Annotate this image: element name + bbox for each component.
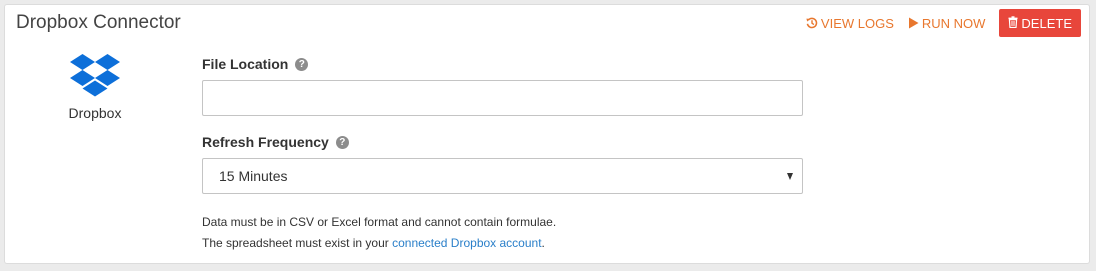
help-text-line-2-prefix: The spreadsheet must exist in your: [202, 236, 393, 250]
file-location-label: File Location: [202, 56, 289, 72]
delete-button[interactable]: DELETE: [999, 9, 1081, 37]
connected-dropbox-account-link[interactable]: connected Dropbox account: [392, 236, 541, 250]
file-location-field: File Location ?: [202, 55, 804, 116]
refresh-frequency-value: 15 Minutes: [219, 168, 288, 184]
help-text-line-2: The spreadsheet must exist in your conne…: [202, 233, 804, 254]
refresh-frequency-select[interactable]: 15 Minutes: [202, 158, 803, 194]
caret-down-icon: [787, 173, 793, 180]
trash-icon: [1008, 15, 1018, 31]
help-text-line-2-suffix: .: [541, 236, 545, 250]
run-now-button[interactable]: RUN NOW: [908, 15, 986, 31]
connector-panel: Dropbox Connector VIEW LOGS RUN NOW DELE…: [4, 4, 1090, 264]
play-icon: [908, 17, 919, 29]
connector-title: Dropbox Connector: [16, 12, 181, 33]
refresh-frequency-label: Refresh Frequency: [202, 134, 329, 150]
question-circle-icon[interactable]: ?: [295, 57, 309, 71]
help-text-line-1: Data must be in CSV or Excel format and …: [202, 215, 557, 229]
view-logs-button[interactable]: VIEW LOGS: [806, 16, 894, 31]
dropbox-logo-label: Dropbox: [68, 105, 122, 121]
question-circle-icon[interactable]: ?: [335, 135, 349, 149]
refresh-frequency-field: Refresh Frequency ? 15 Minutes: [202, 133, 804, 194]
file-location-label-row: File Location ?: [202, 55, 804, 73]
help-text: Data must be in CSV or Excel format and …: [202, 212, 804, 254]
connector-form: File Location ? Refresh Frequency ? 15 M…: [202, 55, 804, 254]
file-location-input[interactable]: [202, 80, 803, 116]
history-icon: [806, 17, 818, 29]
dropbox-logo-block: Dropbox: [45, 53, 145, 121]
dropbox-logo-icon: [45, 53, 145, 99]
refresh-frequency-label-row: Refresh Frequency ?: [202, 133, 804, 151]
view-logs-label: VIEW LOGS: [820, 15, 894, 31]
delete-label: DELETE: [1021, 15, 1072, 31]
connector-actions: VIEW LOGS RUN NOW DELETE: [806, 9, 1081, 37]
run-now-label: RUN NOW: [921, 15, 986, 31]
